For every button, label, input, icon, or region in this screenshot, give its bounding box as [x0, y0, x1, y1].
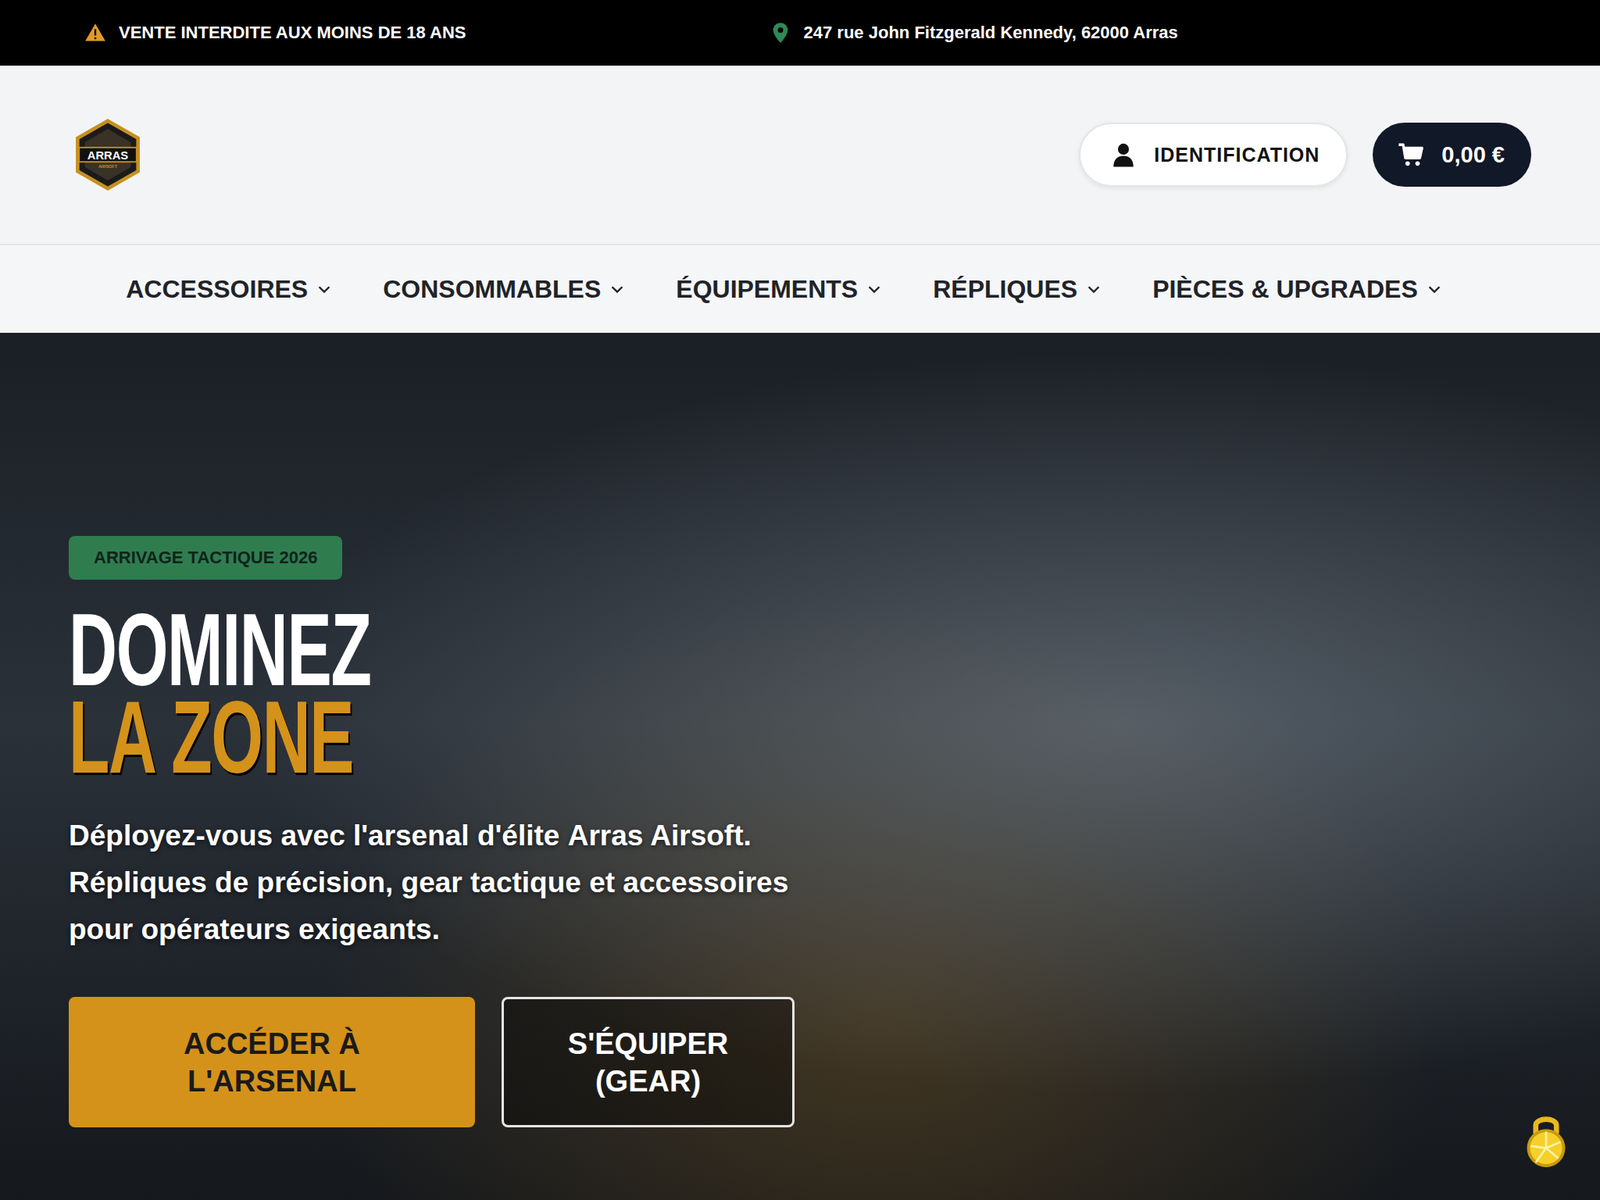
chevron-down-icon: [865, 280, 883, 298]
nav-item[interactable]: ÉQUIPEMENTS: [675, 275, 883, 304]
login-button[interactable]: IDENTIFICATION: [1078, 122, 1348, 187]
page: VENTE INTERDITE AUX MOINS DE 18 ANS 247 r…: [0, 0, 1600, 1200]
nav-item[interactable]: CONSOMMABLES: [382, 275, 626, 304]
hero-button[interactable]: S'ÉQUIPER (GEAR): [501, 996, 795, 1128]
hero-title: DOMINEZLA ZONE: [68, 606, 534, 782]
user-icon: [1110, 141, 1137, 168]
warning-icon: [84, 21, 107, 44]
svg-text:ARRAS: ARRAS: [87, 149, 129, 162]
cart-button[interactable]: 0,00 €: [1372, 122, 1532, 187]
chevron-down-icon: [1425, 280, 1443, 298]
age-warning: VENTE INTERDITE AUX MOINS DE 18 ANS: [84, 21, 467, 44]
hero-button[interactable]: ACCÉDER À L'ARSENAL: [68, 996, 475, 1128]
cart-icon: [1397, 141, 1425, 168]
top-bar: VENTE INTERDITE AUX MOINS DE 18 ANS 247 r…: [0, 0, 1600, 66]
svg-text:AIRSOFT: AIRSOFT: [98, 164, 118, 169]
chevron-down-icon: [315, 280, 333, 298]
chevron-down-icon: [1085, 280, 1103, 298]
logo[interactable]: ARRAS AIRSOFT: [71, 118, 144, 191]
header: ARRAS AIRSOFT IDENTIFICATION 0,00 €: [0, 65, 1600, 246]
hero-text: Déployez-vous avec l'arsenal d'élite Arr…: [68, 812, 796, 954]
map-pin-icon: [769, 21, 792, 44]
nav-item[interactable]: ACCESSOIRES: [125, 275, 333, 304]
nav-item[interactable]: RÉPLIQUES: [932, 275, 1103, 304]
hero-badge: ARRIVAGE TACTIQUE 2026: [68, 535, 343, 580]
lock-icon[interactable]: [1525, 1110, 1568, 1169]
nav-item[interactable]: PIÈCES & UPGRADES: [1152, 275, 1443, 304]
main-nav: ACCESSOIRES CONSOMMABLES ÉQUIPEMENTS RÉPLIQ…: [0, 245, 1600, 333]
chevron-down-icon: [608, 280, 626, 298]
hero: ARRIVAGE TACTIQUE 2026 DOMINEZLA ZONE Dépl…: [0, 332, 1600, 1200]
store-address: 247 rue John Fitzgerald Kennedy, 62000 A…: [769, 21, 1179, 44]
